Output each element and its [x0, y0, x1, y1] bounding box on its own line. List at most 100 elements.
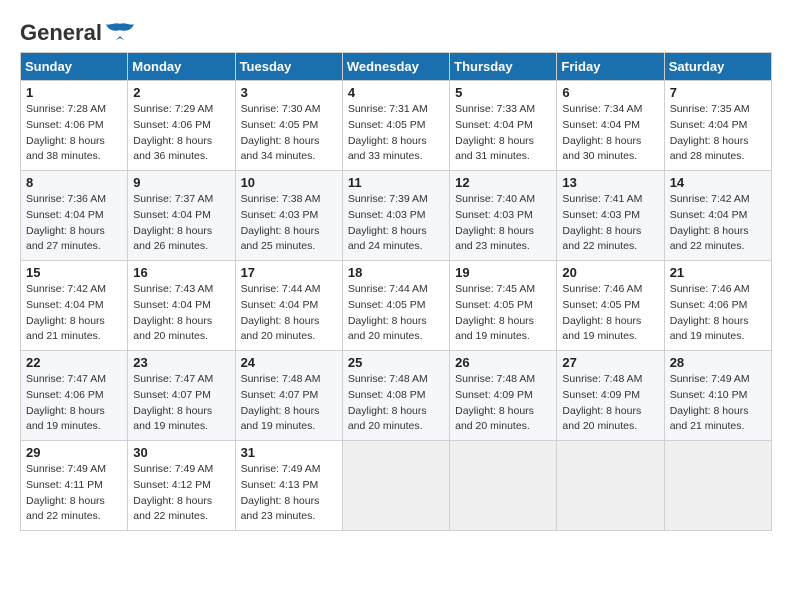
day-info: Sunrise: 7:48 AM Sunset: 4:09 PM Dayligh…: [455, 373, 535, 432]
calendar-week-3: 15 Sunrise: 7:42 AM Sunset: 4:04 PM Dayl…: [21, 261, 772, 351]
weekday-header-thursday: Thursday: [450, 53, 557, 81]
logo: General: [20, 20, 134, 42]
calendar-cell: 20 Sunrise: 7:46 AM Sunset: 4:05 PM Dayl…: [557, 261, 664, 351]
calendar-cell: 18 Sunrise: 7:44 AM Sunset: 4:05 PM Dayl…: [342, 261, 449, 351]
day-number: 20: [562, 265, 658, 280]
weekday-header-row: SundayMondayTuesdayWednesdayThursdayFrid…: [21, 53, 772, 81]
calendar-cell: [557, 441, 664, 531]
day-number: 11: [348, 175, 444, 190]
day-info: Sunrise: 7:33 AM Sunset: 4:04 PM Dayligh…: [455, 103, 535, 162]
calendar-cell: 19 Sunrise: 7:45 AM Sunset: 4:05 PM Dayl…: [450, 261, 557, 351]
calendar-cell: 29 Sunrise: 7:49 AM Sunset: 4:11 PM Dayl…: [21, 441, 128, 531]
day-number: 15: [26, 265, 122, 280]
calendar-cell: 31 Sunrise: 7:49 AM Sunset: 4:13 PM Dayl…: [235, 441, 342, 531]
day-number: 17: [241, 265, 337, 280]
day-info: Sunrise: 7:46 AM Sunset: 4:05 PM Dayligh…: [562, 283, 642, 342]
calendar-cell: 5 Sunrise: 7:33 AM Sunset: 4:04 PM Dayli…: [450, 81, 557, 171]
day-number: 26: [455, 355, 551, 370]
day-info: Sunrise: 7:49 AM Sunset: 4:13 PM Dayligh…: [241, 463, 321, 522]
calendar-cell: 4 Sunrise: 7:31 AM Sunset: 4:05 PM Dayli…: [342, 81, 449, 171]
day-number: 28: [670, 355, 766, 370]
calendar-cell: [342, 441, 449, 531]
day-info: Sunrise: 7:45 AM Sunset: 4:05 PM Dayligh…: [455, 283, 535, 342]
day-info: Sunrise: 7:28 AM Sunset: 4:06 PM Dayligh…: [26, 103, 106, 162]
calendar-cell: 30 Sunrise: 7:49 AM Sunset: 4:12 PM Dayl…: [128, 441, 235, 531]
calendar-cell: 14 Sunrise: 7:42 AM Sunset: 4:04 PM Dayl…: [664, 171, 771, 261]
weekday-header-saturday: Saturday: [664, 53, 771, 81]
calendar-cell: 11 Sunrise: 7:39 AM Sunset: 4:03 PM Dayl…: [342, 171, 449, 261]
calendar-cell: 2 Sunrise: 7:29 AM Sunset: 4:06 PM Dayli…: [128, 81, 235, 171]
day-info: Sunrise: 7:41 AM Sunset: 4:03 PM Dayligh…: [562, 193, 642, 252]
day-info: Sunrise: 7:48 AM Sunset: 4:08 PM Dayligh…: [348, 373, 428, 432]
day-number: 10: [241, 175, 337, 190]
calendar-cell: 23 Sunrise: 7:47 AM Sunset: 4:07 PM Dayl…: [128, 351, 235, 441]
weekday-header-monday: Monday: [128, 53, 235, 81]
day-info: Sunrise: 7:44 AM Sunset: 4:04 PM Dayligh…: [241, 283, 321, 342]
day-info: Sunrise: 7:44 AM Sunset: 4:05 PM Dayligh…: [348, 283, 428, 342]
day-number: 1: [26, 85, 122, 100]
day-info: Sunrise: 7:49 AM Sunset: 4:11 PM Dayligh…: [26, 463, 106, 522]
calendar-cell: [450, 441, 557, 531]
logo-bird-icon: [106, 22, 134, 44]
day-info: Sunrise: 7:37 AM Sunset: 4:04 PM Dayligh…: [133, 193, 213, 252]
day-number: 24: [241, 355, 337, 370]
day-info: Sunrise: 7:42 AM Sunset: 4:04 PM Dayligh…: [26, 283, 106, 342]
day-info: Sunrise: 7:47 AM Sunset: 4:07 PM Dayligh…: [133, 373, 213, 432]
calendar-week-5: 29 Sunrise: 7:49 AM Sunset: 4:11 PM Dayl…: [21, 441, 772, 531]
day-info: Sunrise: 7:34 AM Sunset: 4:04 PM Dayligh…: [562, 103, 642, 162]
day-number: 29: [26, 445, 122, 460]
day-info: Sunrise: 7:39 AM Sunset: 4:03 PM Dayligh…: [348, 193, 428, 252]
day-info: Sunrise: 7:48 AM Sunset: 4:07 PM Dayligh…: [241, 373, 321, 432]
day-info: Sunrise: 7:48 AM Sunset: 4:09 PM Dayligh…: [562, 373, 642, 432]
day-number: 19: [455, 265, 551, 280]
day-number: 6: [562, 85, 658, 100]
calendar-cell: 6 Sunrise: 7:34 AM Sunset: 4:04 PM Dayli…: [557, 81, 664, 171]
weekday-header-tuesday: Tuesday: [235, 53, 342, 81]
page-header: General: [20, 20, 772, 42]
calendar-week-4: 22 Sunrise: 7:47 AM Sunset: 4:06 PM Dayl…: [21, 351, 772, 441]
calendar-cell: 21 Sunrise: 7:46 AM Sunset: 4:06 PM Dayl…: [664, 261, 771, 351]
weekday-header-wednesday: Wednesday: [342, 53, 449, 81]
day-number: 21: [670, 265, 766, 280]
calendar-cell: 12 Sunrise: 7:40 AM Sunset: 4:03 PM Dayl…: [450, 171, 557, 261]
day-number: 7: [670, 85, 766, 100]
day-number: 23: [133, 355, 229, 370]
day-number: 27: [562, 355, 658, 370]
day-info: Sunrise: 7:49 AM Sunset: 4:12 PM Dayligh…: [133, 463, 213, 522]
day-number: 25: [348, 355, 444, 370]
calendar-body: 1 Sunrise: 7:28 AM Sunset: 4:06 PM Dayli…: [21, 81, 772, 531]
day-number: 14: [670, 175, 766, 190]
day-info: Sunrise: 7:31 AM Sunset: 4:05 PM Dayligh…: [348, 103, 428, 162]
day-number: 3: [241, 85, 337, 100]
weekday-header-sunday: Sunday: [21, 53, 128, 81]
calendar-cell: 25 Sunrise: 7:48 AM Sunset: 4:08 PM Dayl…: [342, 351, 449, 441]
day-number: 4: [348, 85, 444, 100]
calendar-cell: 15 Sunrise: 7:42 AM Sunset: 4:04 PM Dayl…: [21, 261, 128, 351]
calendar-cell: 28 Sunrise: 7:49 AM Sunset: 4:10 PM Dayl…: [664, 351, 771, 441]
calendar-cell: 10 Sunrise: 7:38 AM Sunset: 4:03 PM Dayl…: [235, 171, 342, 261]
day-number: 16: [133, 265, 229, 280]
day-number: 13: [562, 175, 658, 190]
day-number: 22: [26, 355, 122, 370]
day-number: 31: [241, 445, 337, 460]
day-info: Sunrise: 7:40 AM Sunset: 4:03 PM Dayligh…: [455, 193, 535, 252]
calendar-cell: 27 Sunrise: 7:48 AM Sunset: 4:09 PM Dayl…: [557, 351, 664, 441]
calendar-cell: 3 Sunrise: 7:30 AM Sunset: 4:05 PM Dayli…: [235, 81, 342, 171]
calendar-cell: 22 Sunrise: 7:47 AM Sunset: 4:06 PM Dayl…: [21, 351, 128, 441]
day-info: Sunrise: 7:47 AM Sunset: 4:06 PM Dayligh…: [26, 373, 106, 432]
calendar-table: SundayMondayTuesdayWednesdayThursdayFrid…: [20, 52, 772, 531]
weekday-header-friday: Friday: [557, 53, 664, 81]
calendar-cell: 8 Sunrise: 7:36 AM Sunset: 4:04 PM Dayli…: [21, 171, 128, 261]
logo-general: General: [20, 20, 102, 46]
day-info: Sunrise: 7:38 AM Sunset: 4:03 PM Dayligh…: [241, 193, 321, 252]
day-number: 2: [133, 85, 229, 100]
day-number: 9: [133, 175, 229, 190]
day-info: Sunrise: 7:43 AM Sunset: 4:04 PM Dayligh…: [133, 283, 213, 342]
day-info: Sunrise: 7:35 AM Sunset: 4:04 PM Dayligh…: [670, 103, 750, 162]
day-number: 18: [348, 265, 444, 280]
day-number: 12: [455, 175, 551, 190]
day-number: 8: [26, 175, 122, 190]
calendar-week-1: 1 Sunrise: 7:28 AM Sunset: 4:06 PM Dayli…: [21, 81, 772, 171]
calendar-cell: 17 Sunrise: 7:44 AM Sunset: 4:04 PM Dayl…: [235, 261, 342, 351]
day-info: Sunrise: 7:29 AM Sunset: 4:06 PM Dayligh…: [133, 103, 213, 162]
